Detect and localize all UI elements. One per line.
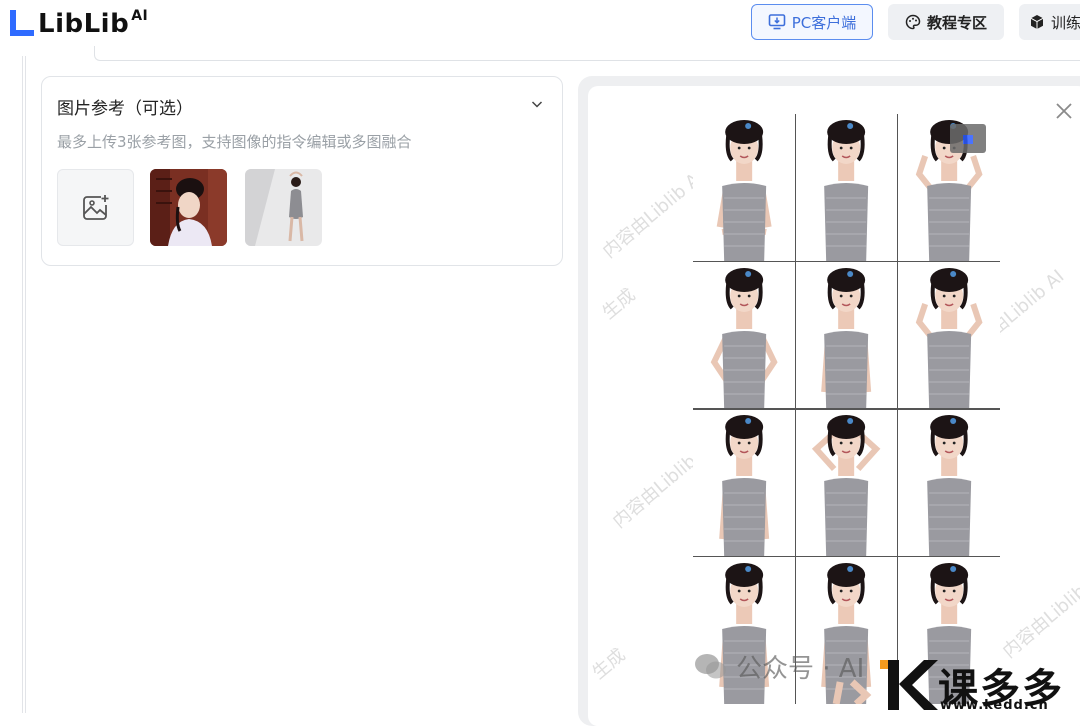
- fullbody-photo: [245, 169, 322, 246]
- image-reference-card: 图片参考（可选） 最多上传3张参考图，支持图像的指令编辑或多图融合: [41, 76, 563, 266]
- palette-icon: [905, 14, 921, 30]
- monitor-download-icon: [768, 14, 786, 30]
- train-button[interactable]: 训练: [1019, 4, 1080, 40]
- grid-photo: [795, 261, 898, 409]
- wechat-icon: [695, 653, 726, 678]
- train-label: 训练: [1051, 13, 1080, 32]
- logo-text: LibLib AI: [38, 7, 149, 39]
- grid-photo: [693, 114, 796, 262]
- reference-thumbnail-2[interactable]: [245, 169, 322, 246]
- pc-client-button[interactable]: PC客户端: [751, 4, 873, 40]
- grid-photo: [795, 409, 898, 557]
- grid-photo: [693, 261, 796, 409]
- wechat-watermark: 公众号 · AI: [694, 648, 864, 685]
- chevron-down-icon[interactable]: [530, 97, 544, 111]
- kedd-site-url: www.kedd.cn: [940, 698, 1049, 713]
- portrait-photo: [150, 169, 227, 246]
- image-reference-title: 图片参考（可选）: [57, 99, 193, 119]
- left-rail-divider: [22, 56, 26, 713]
- wechat-text: 公众号 · AI: [736, 654, 865, 684]
- upload-image-button[interactable]: [57, 169, 134, 246]
- content-divider: [94, 46, 1080, 61]
- image-reference-description: 最多上传3张参考图，支持图像的指令编辑或多图融合: [57, 133, 412, 151]
- reference-thumbnail-1[interactable]: [150, 169, 227, 246]
- liblib-logo[interactable]: LibLib AI: [6, 6, 148, 40]
- cube-icon: [1030, 15, 1044, 29]
- kedd-k-icon: [880, 660, 938, 710]
- grid-photo: [897, 409, 1000, 557]
- pc-client-label: PC客户端: [791, 13, 857, 32]
- image-badge: [950, 124, 986, 153]
- grid-photo: [897, 261, 1000, 409]
- logo-mark-icon: [10, 10, 34, 36]
- grid-photo: [795, 114, 898, 262]
- tutorial-label: 教程专区: [926, 13, 987, 32]
- generated-image-grid[interactable]: [693, 114, 1000, 704]
- image-add-icon: [82, 194, 108, 220]
- close-icon[interactable]: [1054, 101, 1074, 121]
- kedd-logo: 课多多 www.kedd.cn: [880, 656, 1080, 713]
- top-bar: LibLib AI PC客户端 教程专区 训练: [0, 0, 1080, 46]
- grid-photo: [693, 409, 796, 557]
- tutorial-button[interactable]: 教程专区: [888, 4, 1004, 40]
- grid-divider-horizontal: [693, 408, 1000, 410]
- grid-divider-horizontal: [693, 555, 1000, 558]
- grid-divider-horizontal: [693, 260, 1000, 263]
